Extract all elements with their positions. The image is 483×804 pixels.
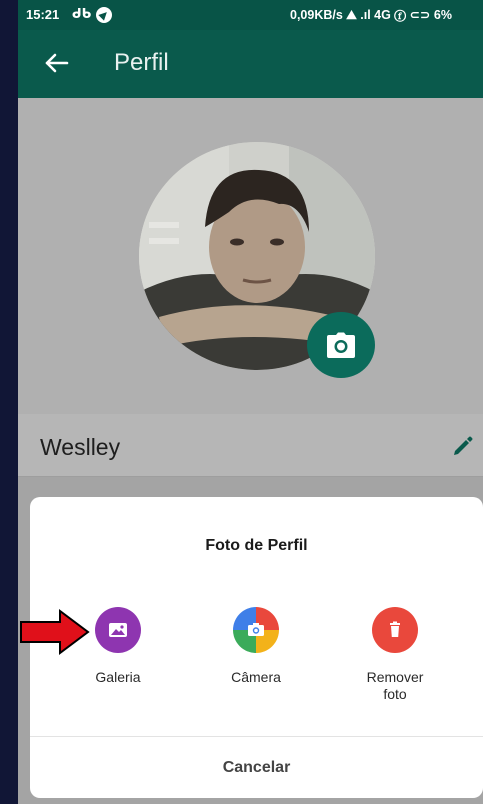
- sheet-title: Foto de Perfil: [205, 537, 308, 554]
- phone-screen: 15:21 ᑯᑲ 0,09KB/s ⛰ .ıl 4G ⓕ ⊂⊃ 6% Perfi…: [18, 0, 483, 804]
- pencil-icon[interactable]: [452, 435, 474, 457]
- app-bar: Perfil: [18, 30, 483, 98]
- camera-icon: [327, 332, 355, 358]
- profile-name: Weslley: [40, 434, 121, 460]
- image-icon: [109, 623, 127, 637]
- gallery-label: Galeria: [95, 669, 141, 685]
- gallery-icon-circle: [95, 607, 141, 653]
- status-indicators: 0,09KB/s ⛰ .ıl 4G ⓕ ⊂⊃ 6%: [290, 8, 452, 22]
- status-time: 15:21: [26, 7, 60, 22]
- remove-photo-label: Remover foto: [366, 669, 424, 702]
- camera-label: Câmera: [231, 669, 281, 685]
- camera-icon: [248, 623, 264, 636]
- notification-icon: ᑯᑲ: [72, 6, 92, 21]
- camera-option[interactable]: Câmera: [196, 607, 316, 686]
- cancel-button[interactable]: Cancelar: [30, 737, 483, 798]
- status-bar: 15:21 ᑯᑲ 0,09KB/s ⛰ .ıl 4G ⓕ ⊂⊃ 6%: [18, 0, 483, 30]
- navigation-icon: [96, 7, 112, 23]
- arrow-left-icon[interactable]: [42, 48, 72, 78]
- trash-icon: [390, 621, 400, 637]
- remove-icon-circle: [372, 607, 418, 653]
- camera-icon-circle: [233, 607, 279, 653]
- screenshot-frame: 15:21 ᑯᑲ 0,09KB/s ⛰ .ıl 4G ⓕ ⊂⊃ 6% Perfi…: [0, 0, 483, 804]
- profile-photo-area: [18, 98, 483, 414]
- profile-photo-sheet: Foto de Perfil Galeria Câmera Remover fo…: [30, 497, 483, 798]
- annotation-arrow-icon: [20, 609, 90, 655]
- page-title: Perfil: [114, 49, 169, 76]
- change-photo-button[interactable]: [307, 312, 375, 378]
- profile-name-row[interactable]: Weslley: [18, 414, 483, 477]
- remove-photo-option[interactable]: Remover foto: [335, 607, 455, 703]
